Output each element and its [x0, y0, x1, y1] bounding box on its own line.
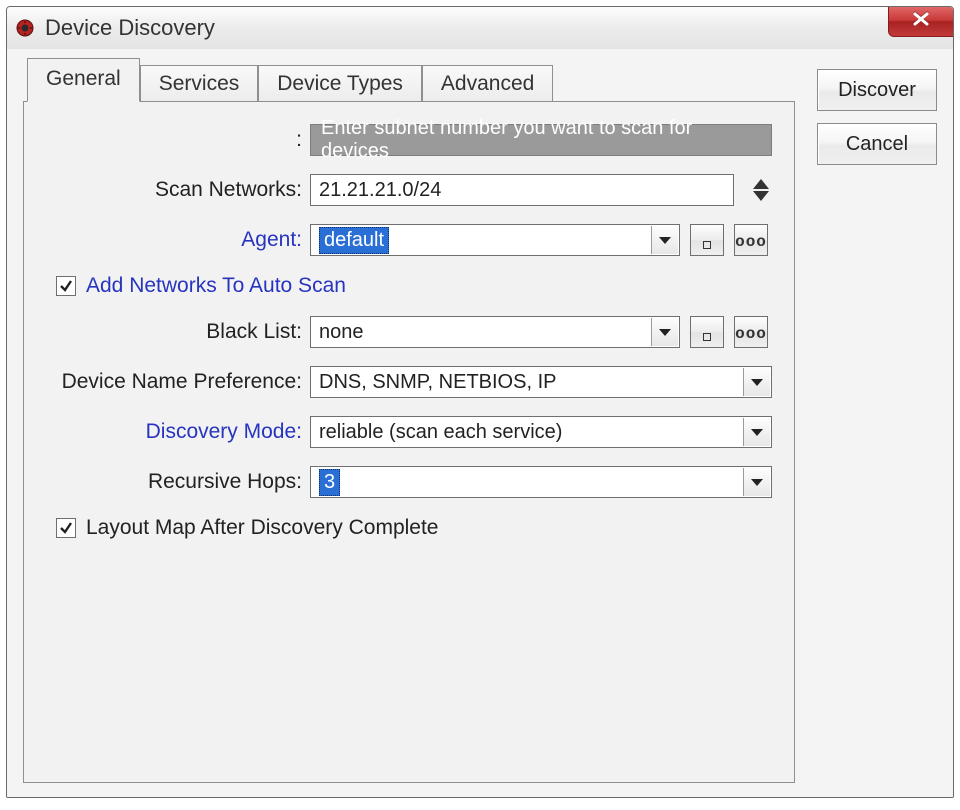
- tab-general[interactable]: General: [27, 58, 140, 102]
- cancel-button[interactable]: Cancel: [817, 123, 937, 165]
- scan-networks-value: 21.21.21.0/24: [319, 179, 441, 202]
- name-pref-dropdown-button[interactable]: [743, 368, 770, 396]
- chevron-up-icon[interactable]: [753, 179, 769, 189]
- name-pref-label: Device Name Preference:: [46, 370, 310, 394]
- tab-panel-general: : Enter subnet number you want to scan f…: [23, 101, 795, 783]
- chevron-down-icon: [659, 329, 671, 336]
- agent-pick-button[interactable]: [690, 224, 724, 256]
- discovery-mode-combo[interactable]: reliable (scan each service): [310, 416, 772, 448]
- scan-networks-input[interactable]: 21.21.21.0/24: [310, 174, 734, 206]
- recursive-hops-label: Recursive Hops:: [46, 470, 310, 494]
- auto-scan-label[interactable]: Add Networks To Auto Scan: [86, 274, 346, 298]
- layout-map-checkbox[interactable]: [56, 518, 76, 538]
- layout-map-label: Layout Map After Discovery Complete: [86, 516, 439, 540]
- black-list-combo[interactable]: none: [310, 316, 680, 348]
- window-title: Device Discovery: [45, 15, 215, 41]
- close-icon: [911, 12, 931, 31]
- action-sidebar: Discover Cancel: [817, 63, 937, 783]
- app-icon: [15, 18, 35, 38]
- discovery-mode-dropdown-button[interactable]: [743, 418, 770, 446]
- black-list-more-button[interactable]: ooo: [734, 316, 768, 348]
- recursive-hops-dropdown-button[interactable]: [743, 468, 770, 496]
- agent-combo[interactable]: default: [310, 224, 680, 256]
- chevron-down-icon[interactable]: [753, 191, 769, 201]
- name-pref-combo[interactable]: DNS, SNMP, NETBIOS, IP: [310, 366, 772, 398]
- tab-device-types[interactable]: Device Types: [258, 65, 422, 102]
- discovery-mode-value: reliable (scan each service): [319, 421, 562, 444]
- agent-label[interactable]: Agent:: [46, 228, 310, 252]
- tab-services[interactable]: Services: [140, 65, 259, 102]
- discover-button[interactable]: Discover: [817, 69, 937, 111]
- scan-networks-spinner[interactable]: [750, 178, 772, 202]
- close-button[interactable]: [888, 6, 954, 37]
- titlebar[interactable]: Device Discovery: [7, 7, 953, 50]
- recursive-hops-value: 3: [319, 469, 340, 496]
- black-list-pick-button[interactable]: [690, 316, 724, 348]
- scan-networks-label: Scan Networks:: [46, 178, 310, 202]
- chevron-down-icon: [659, 237, 671, 244]
- black-list-dropdown-button[interactable]: [651, 318, 678, 346]
- chevron-down-icon: [751, 429, 763, 436]
- device-discovery-window: Device Discovery General Services Device…: [6, 6, 954, 798]
- recursive-hops-combo[interactable]: 3: [310, 466, 772, 498]
- discovery-mode-label[interactable]: Discovery Mode:: [46, 420, 310, 444]
- client-area: General Services Device Types Advanced :…: [7, 49, 953, 797]
- chevron-down-icon: [751, 379, 763, 386]
- black-list-label: Black List:: [46, 320, 310, 344]
- tab-advanced[interactable]: Advanced: [422, 65, 553, 102]
- auto-scan-checkbox[interactable]: [56, 276, 76, 296]
- black-list-value: none: [319, 321, 364, 344]
- hint-colon: :: [46, 128, 310, 152]
- chevron-down-icon: [751, 479, 763, 486]
- name-pref-value: DNS, SNMP, NETBIOS, IP: [319, 371, 556, 394]
- agent-value: default: [319, 227, 389, 254]
- agent-more-button[interactable]: ooo: [734, 224, 768, 256]
- tabstrip: General Services Device Types Advanced: [23, 63, 795, 101]
- scan-hint-text: Enter subnet number you want to scan for…: [310, 124, 772, 156]
- agent-dropdown-button[interactable]: [651, 226, 678, 254]
